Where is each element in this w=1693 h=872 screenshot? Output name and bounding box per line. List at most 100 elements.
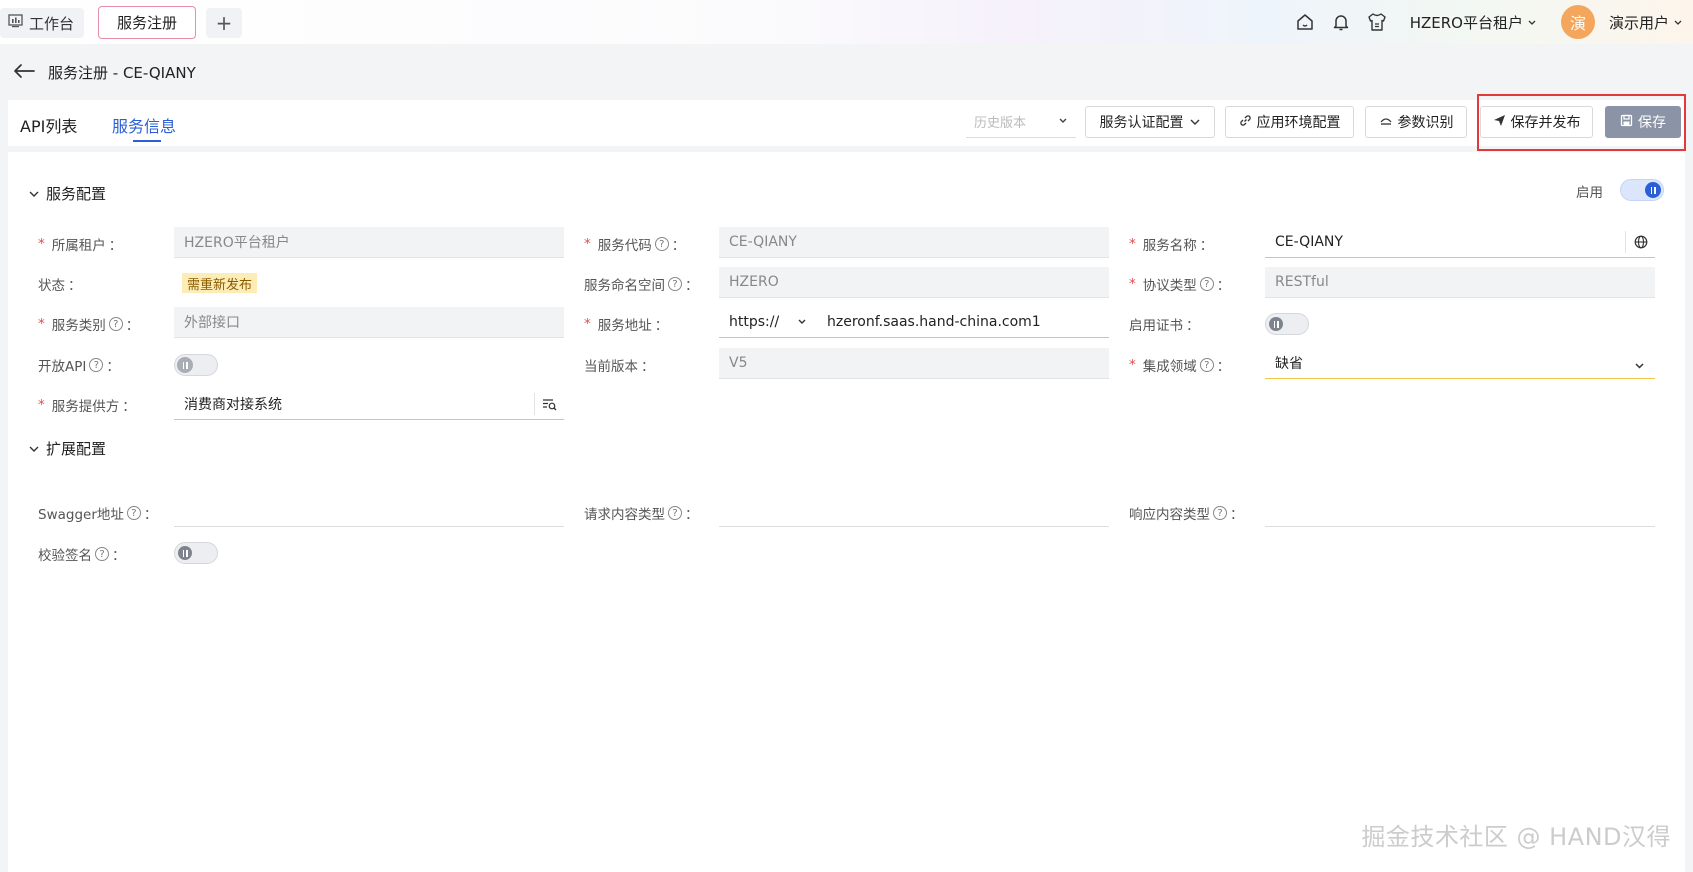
help-icon: ? [668, 277, 682, 291]
domain-select[interactable]: 缺省 [1265, 348, 1655, 379]
ext-config-section-header[interactable]: 扩展配置 [28, 438, 106, 459]
protocol-field-label: * 协议类型?： [1129, 276, 1231, 294]
service-name-field-label: * 服务名称： [1129, 236, 1214, 254]
help-icon: ? [108, 317, 123, 331]
service-name-value: CE-QIANY [1275, 234, 1343, 250]
tenant-field-label: * 所属租户： [38, 236, 123, 254]
scan-icon [1379, 114, 1393, 130]
tab-service-register[interactable]: 服务注册 [98, 6, 196, 39]
chevron-down-icon [1527, 13, 1537, 31]
domain-value: 缺省 [1275, 356, 1303, 372]
address-value: hzeronf.saas.hand-china.com1 [827, 314, 1041, 330]
sign-check-toggle[interactable] [174, 542, 218, 564]
address-field-label: * 服务地址： [584, 316, 669, 334]
page-title: 服务注册 - CE-QIANY [48, 64, 196, 82]
scheme-value: https:// [729, 314, 780, 330]
link-icon [1239, 114, 1252, 131]
toggle-knob [1269, 317, 1283, 331]
active-tab-indicator [133, 140, 161, 142]
page-header: 服务注册 - CE-QIANY [12, 62, 196, 83]
scheme-select[interactable]: https:// [719, 307, 817, 337]
help-icon: ? [1213, 506, 1227, 520]
version-field-label: 当前版本： [584, 359, 655, 375]
enable-label: 启用 [1576, 185, 1603, 201]
home-icon[interactable] [1294, 11, 1316, 33]
chevron-down-icon [1673, 13, 1683, 31]
provider-field[interactable]: 消费商对接系统 [174, 389, 564, 420]
resp-type-field-label: 响应内容类型?： [1129, 506, 1244, 523]
swagger-field-label: Swagger地址?： [38, 506, 158, 523]
help-icon: ? [1199, 277, 1214, 291]
toggle-knob [178, 546, 192, 560]
help-icon: ? [89, 358, 104, 372]
history-version-select[interactable]: 历史版本 [966, 106, 1076, 138]
chevron-down-icon [28, 440, 40, 458]
param-recognize-button[interactable]: 参数识别 [1365, 106, 1467, 138]
highlight-box-actions [1477, 94, 1686, 151]
chevron-down-icon [1189, 114, 1201, 130]
top-right-area: HZERO平台租户 演 演示用户 [1294, 0, 1683, 44]
back-arrow-icon[interactable] [12, 63, 36, 83]
cert-field-label: 启用证书： [1129, 318, 1200, 334]
history-version-placeholder: 历史版本 [974, 116, 1027, 131]
shirt-icon[interactable] [1366, 11, 1388, 33]
toggle-knob [1645, 182, 1661, 198]
status-badge: 需重新发布 [182, 273, 258, 293]
address-field[interactable]: https:// hzeronf.saas.hand-china.com1 [719, 307, 1109, 338]
enable-toggle[interactable] [1620, 179, 1664, 201]
help-icon: ? [654, 237, 669, 251]
category-field-label: * 服务类别?： [38, 316, 140, 334]
help-icon: ? [1199, 358, 1214, 372]
req-type-field[interactable] [719, 496, 1109, 527]
req-type-field-label: 请求内容类型?： [584, 506, 699, 523]
service-code-field-label: * 服务代码?： [584, 236, 686, 254]
watermark: 掘金技术社区 @ HAND汉得 [1361, 823, 1671, 851]
tab-service-info[interactable]: 服务信息 [112, 113, 176, 137]
chevron-down-icon [1058, 114, 1068, 129]
tenant-switcher[interactable]: HZERO平台租户 [1410, 12, 1537, 33]
provider-field-label: * 服务提供方： [38, 397, 136, 415]
service-info-panel: 服务配置 启用 * 所属租户： HZERO平台租户 * 服务代码?： CE-QIAN… [8, 152, 1685, 872]
service-auth-config-button[interactable]: 服务认证配置 [1085, 106, 1215, 138]
help-icon: ? [95, 547, 109, 561]
top-bar: 工作台 服务注册 + HZERO平台租户 演 演示用户 [0, 0, 1693, 44]
domain-field-label: * 集成领域?： [1129, 357, 1231, 375]
tab-workbench-label: 工作台 [29, 14, 75, 33]
tenant-field: HZERO平台租户 [174, 227, 564, 258]
namespace-field-label: 服务命名空间?： [584, 277, 699, 294]
section-title: 扩展配置 [46, 440, 107, 458]
chevron-down-icon [28, 185, 40, 203]
open-api-field-label: 开放API?： [38, 358, 120, 375]
tab-api-list[interactable]: API列表 [20, 113, 77, 137]
chevron-down-icon [1634, 358, 1645, 374]
namespace-field: HZERO [719, 267, 1109, 298]
user-menu[interactable]: 演示用户 [1609, 12, 1683, 33]
chevron-down-icon [797, 314, 807, 330]
service-name-field[interactable]: CE-QIANY [1265, 227, 1655, 258]
service-config-section-header[interactable]: 服务配置 [28, 183, 106, 204]
category-field: 外部接口 [174, 307, 564, 338]
section-title: 服务配置 [46, 185, 107, 203]
resp-type-field[interactable] [1265, 496, 1655, 527]
service-auth-config-label: 服务认证配置 [1099, 115, 1184, 131]
sign-check-field-label: 校验签名?： [38, 547, 126, 564]
status-field-label: 状态： [38, 278, 82, 294]
env-config-button[interactable]: 应用环境配置 [1225, 106, 1354, 138]
protocol-field: RESTful [1265, 267, 1655, 298]
bell-icon[interactable] [1330, 11, 1352, 33]
env-config-label: 应用环境配置 [1256, 115, 1341, 131]
open-api-toggle[interactable] [174, 354, 218, 376]
search-list-icon[interactable] [534, 393, 564, 415]
swagger-field[interactable] [174, 496, 564, 527]
help-icon: ? [126, 506, 141, 520]
toggle-knob [177, 357, 193, 373]
help-icon: ? [668, 506, 682, 520]
tab-workbench[interactable]: 工作台 [0, 8, 85, 38]
service-code-field: CE-QIANY [719, 227, 1109, 258]
tenant-name: HZERO平台租户 [1409, 13, 1523, 32]
add-tab-button[interactable]: + [206, 8, 242, 38]
avatar[interactable]: 演 [1560, 5, 1595, 39]
globe-icon[interactable] [1625, 231, 1655, 253]
cert-toggle[interactable] [1265, 313, 1309, 335]
dashboard-icon [8, 14, 23, 32]
